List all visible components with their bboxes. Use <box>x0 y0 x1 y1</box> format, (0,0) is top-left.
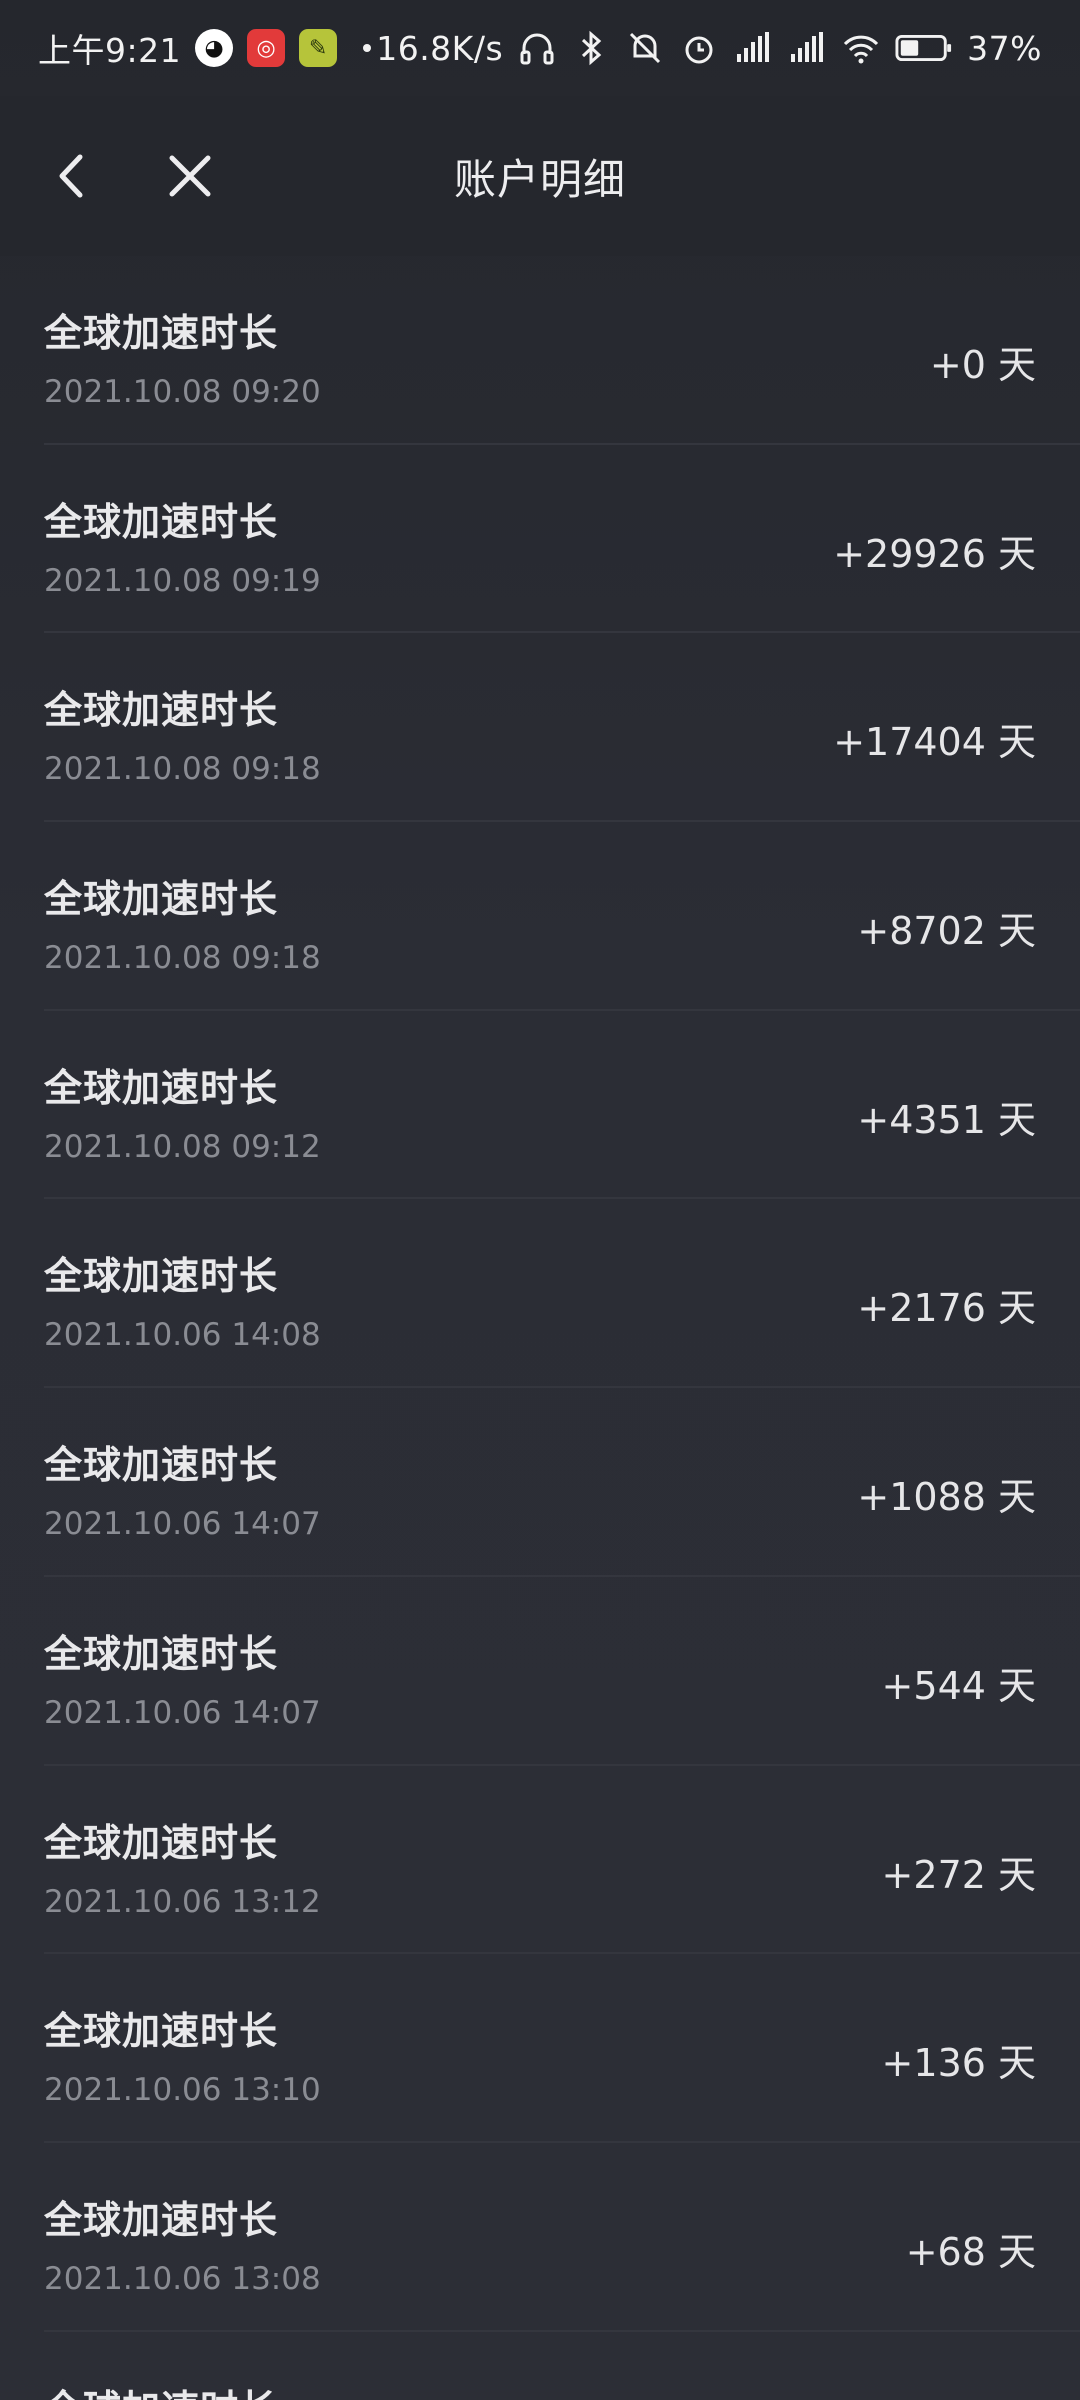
record-amount: +17404 天 <box>833 720 1036 765</box>
record-amount: +29926 天 <box>833 531 1036 576</box>
status-time: 上午9:21 <box>38 31 182 70</box>
headset-icon <box>520 33 554 65</box>
record-time: 2021.10.06 14:07 <box>44 1694 321 1731</box>
record-time: 2021.10.08 09:19 <box>44 562 321 599</box>
record-time: 2021.10.06 14:08 <box>44 1317 321 1354</box>
record-time: 2021.10.08 09:20 <box>44 374 321 410</box>
record-time: 2021.10.06 13:08 <box>44 2260 321 2297</box>
record-title: 全球加速时长 <box>44 1443 279 1488</box>
record-time: 2021.10.06 13:10 <box>44 2072 321 2109</box>
record-title: 全球加速时长 <box>44 1065 279 1110</box>
record-amount: +2176 天 <box>857 1286 1036 1331</box>
list-item[interactable]: 全球加速时长 2021.10.08 09:18 +17404 天 <box>0 633 1080 822</box>
list-item[interactable]: 全球加速时长 2021.10.06 13:08 +68 天 <box>0 2143 1080 2332</box>
list-item[interactable]: 全球加速时长 2021.10.08 09:19 +29926 天 <box>0 445 1080 634</box>
network-speed: 16.8K/s <box>376 28 504 68</box>
nav-header: 账户明细 <box>0 96 1080 256</box>
record-title: 全球加速时长 <box>44 1254 279 1299</box>
screen: 上午9:21 ◕ ◎ ✎ 16.8K/s 37% 账户明细 全球加速时长 202… <box>0 0 1080 2400</box>
chevron-left-icon <box>59 154 83 198</box>
status-right: 16.8K/s 37% <box>376 28 1042 68</box>
battery-level: 37% <box>967 28 1042 68</box>
record-time: 2021.10.06 14:07 <box>44 1506 321 1543</box>
list-item[interactable]: 全球加速时长 2021.10.08 09:12 +4351 天 <box>0 1011 1080 1200</box>
record-amount: +8702 天 <box>857 909 1036 954</box>
qq-icon: ◕ <box>195 29 234 67</box>
close-icon <box>169 155 211 197</box>
netease-music-icon: ◎ <box>247 29 286 67</box>
signal-hd-icon <box>791 32 824 62</box>
list-item[interactable]: 全球加速时长 2021.10.06 14:07 +1088 天 <box>0 1388 1080 1577</box>
record-time: 2021.10.08 09:18 <box>44 751 321 788</box>
record-time: 2021.10.06 13:12 <box>44 1883 321 1920</box>
record-amount: +136 天 <box>881 2041 1036 2086</box>
record-amount: +4351 天 <box>857 1097 1036 1142</box>
record-amount: +0 天 <box>929 343 1036 387</box>
record-time: 2021.10.08 09:12 <box>44 1128 321 1165</box>
signal-hd-icon <box>737 32 770 62</box>
record-title: 全球加速时长 <box>44 499 279 544</box>
record-title: 全球加速时长 <box>44 688 279 733</box>
alarm-icon <box>685 36 713 64</box>
list-item[interactable]: 全球加速时长 2021.10.06 14:08 +2176 天 <box>0 1199 1080 1388</box>
close-button[interactable] <box>150 136 230 216</box>
list-item[interactable]: 全球加速时长 2021.10.08 09:18 +8702 天 <box>0 822 1080 1011</box>
mute-icon <box>630 32 661 64</box>
wifi-icon <box>844 35 879 64</box>
record-title: 全球加速时长 <box>44 2197 279 2242</box>
back-button[interactable] <box>32 136 112 216</box>
list-item[interactable]: 全球加速时长 2021.10.06 14:07 +544 天 <box>0 1577 1080 1766</box>
record-amount: +272 天 <box>881 1852 1036 1897</box>
record-title: 全球加速时长 <box>44 877 279 922</box>
record-time: 2021.10.08 09:18 <box>44 940 321 977</box>
record-title: 全球加速时长 <box>44 311 279 355</box>
leaf-app-icon: ✎ <box>299 29 338 67</box>
list-item[interactable]: 全球加速时长 2021.10.06 13:12 +272 天 <box>0 1766 1080 1955</box>
status-left: 上午9:21 ◕ ◎ ✎ <box>38 24 372 72</box>
bluetooth-icon <box>582 30 602 66</box>
record-amount: +68 天 <box>905 2229 1036 2274</box>
record-title: 全球加速时长 <box>44 2378 278 2400</box>
list-item[interactable]: 全球加速时长 2021.10.08 09:20 +0 天 <box>0 256 1080 445</box>
record-amount: +544 天 <box>881 1663 1036 1708</box>
record-amount: +1088 天 <box>857 1475 1036 1520</box>
status-bar: 上午9:21 ◕ ◎ ✎ 16.8K/s 37% <box>0 0 1080 96</box>
record-title: 全球加速时长 <box>44 1631 279 1676</box>
list-item[interactable]: 全球加速时长 <box>0 2332 1080 2400</box>
account-record-list: 全球加速时长 2021.10.08 09:20 +0 天 全球加速时长 2021… <box>0 256 1080 2400</box>
record-title: 全球加速时长 <box>44 1820 279 1865</box>
list-item[interactable]: 全球加速时长 2021.10.06 13:10 +136 天 <box>0 1954 1080 2143</box>
notification-dot <box>363 44 372 52</box>
battery-icon <box>895 34 952 62</box>
record-title: 全球加速时长 <box>44 2009 279 2054</box>
